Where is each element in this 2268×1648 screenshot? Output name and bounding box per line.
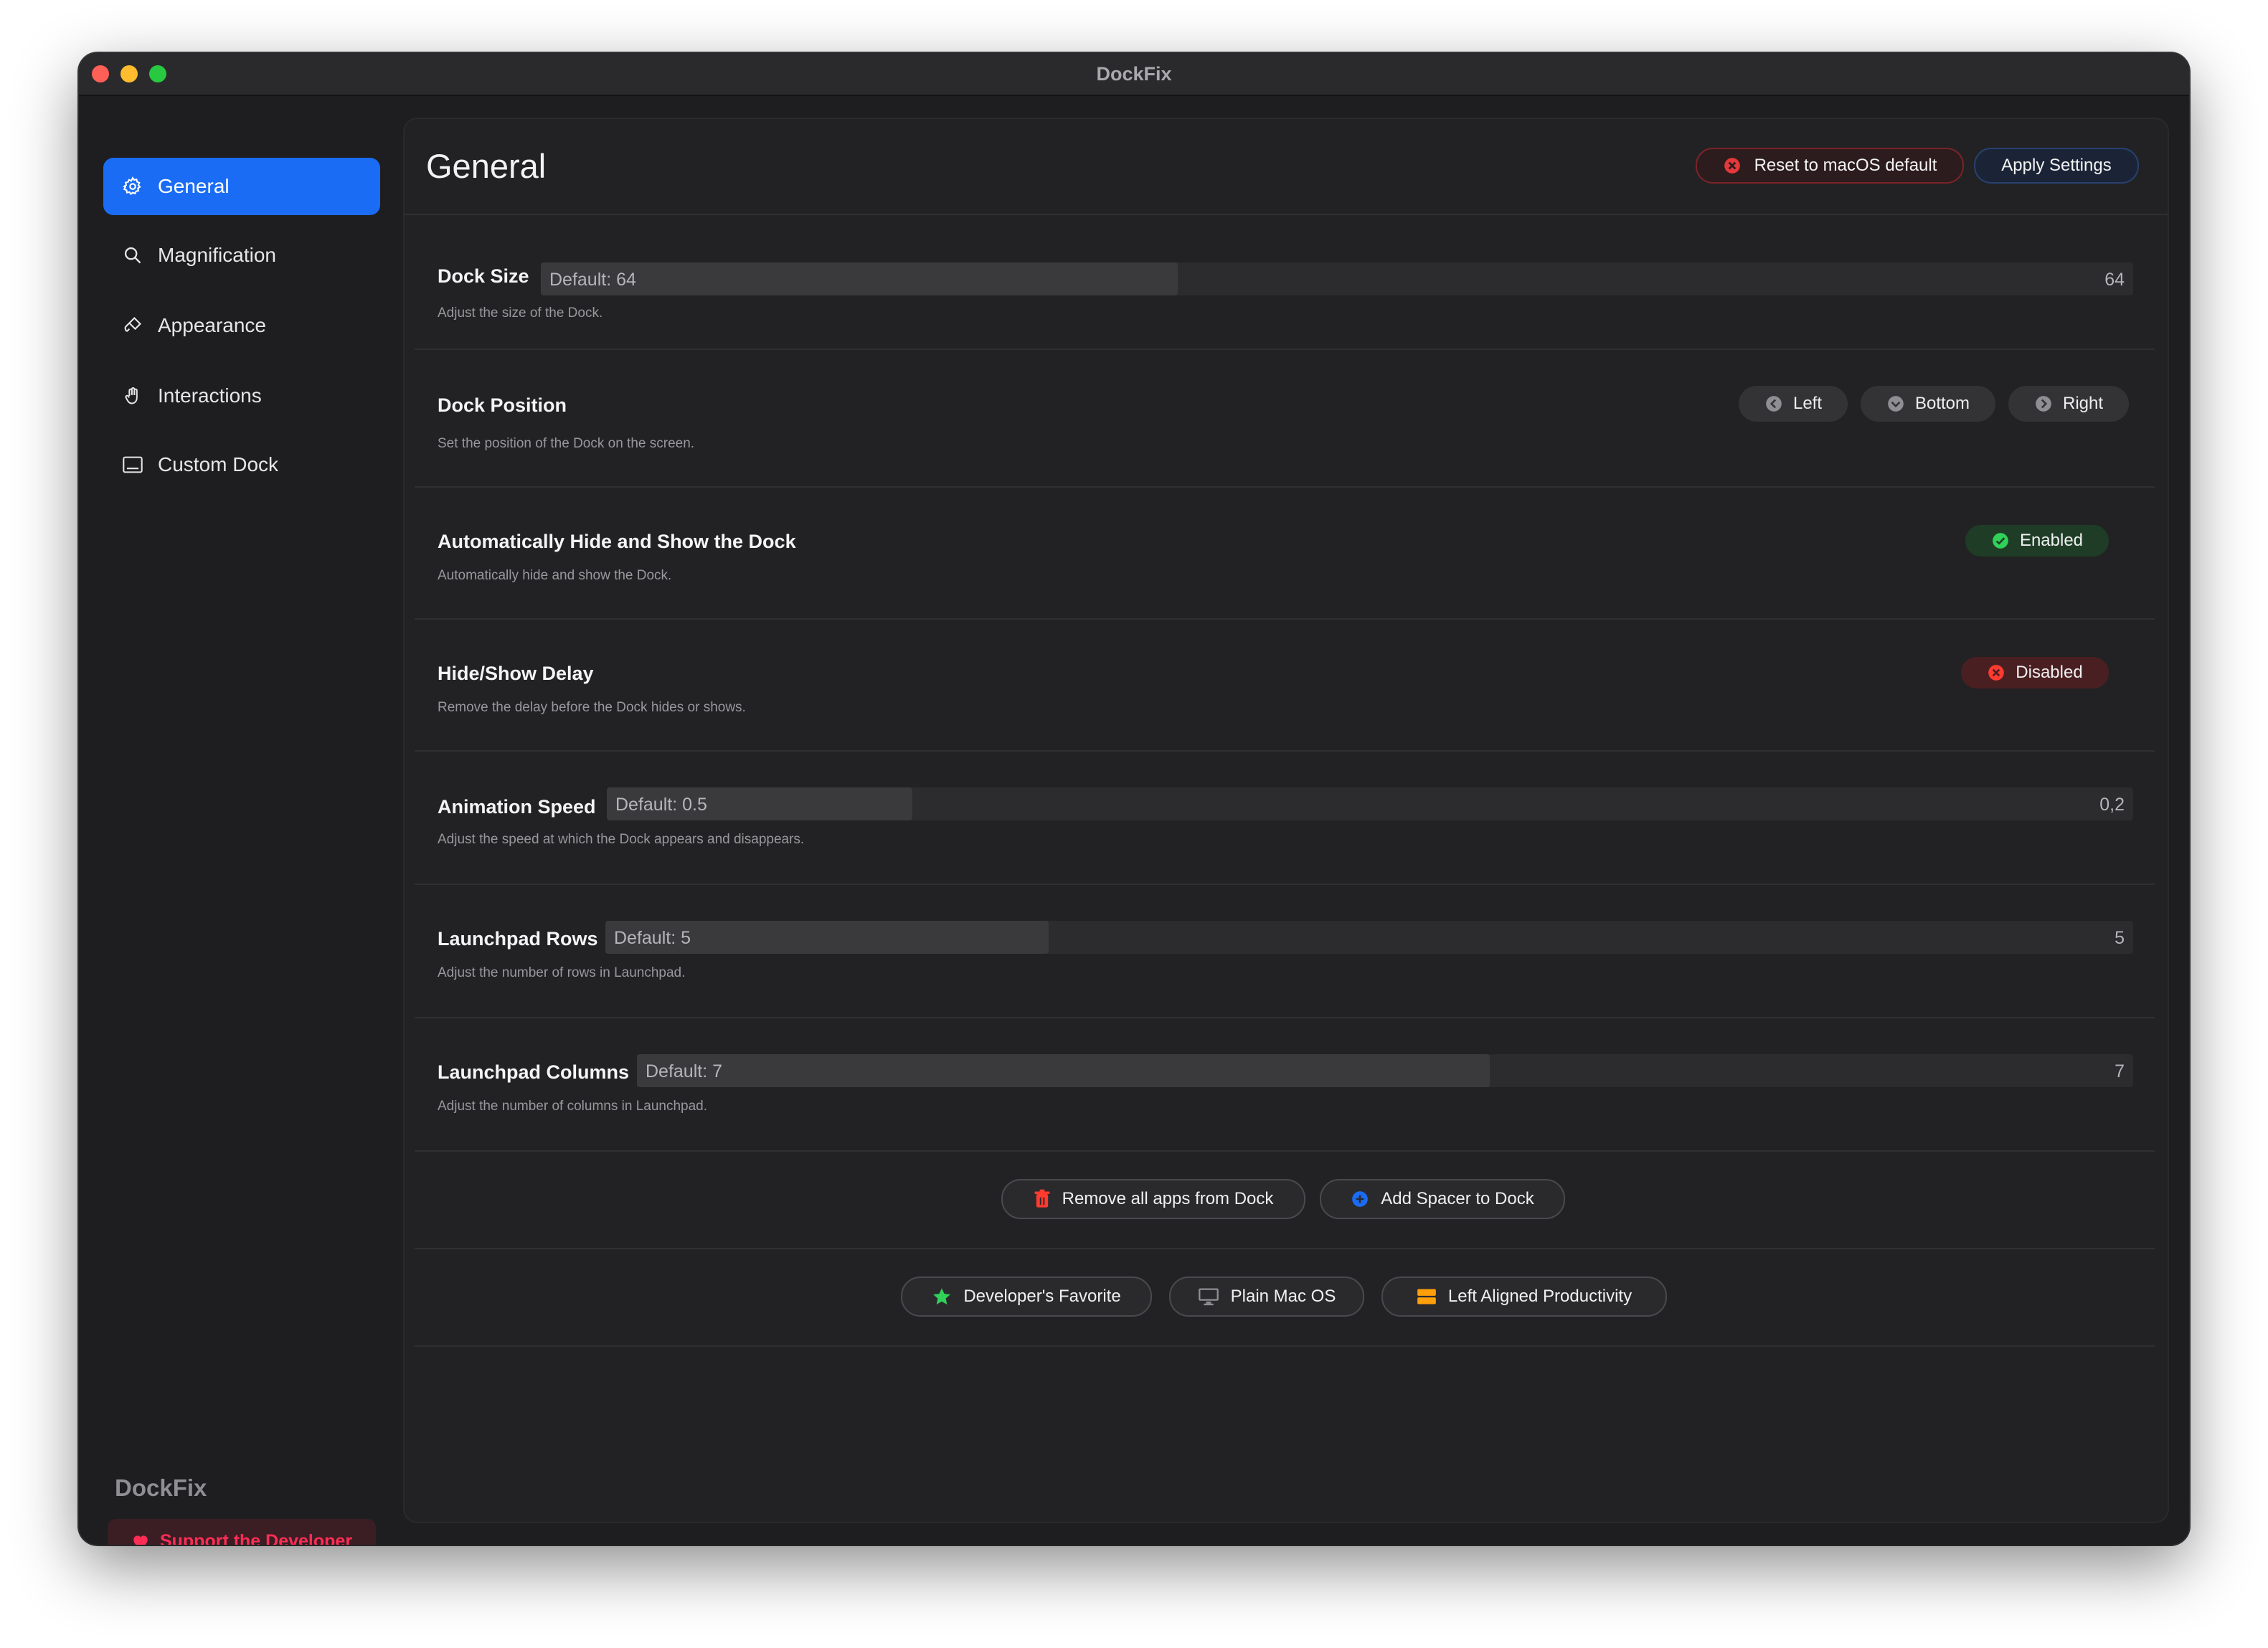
support-label: Support the Developer bbox=[159, 1530, 353, 1545]
setting-description: Set the position of the Dock on the scre… bbox=[438, 436, 695, 451]
dock-icon bbox=[121, 453, 145, 477]
sidebar-item-general[interactable]: General bbox=[103, 158, 380, 215]
slider-value: 64 bbox=[2104, 270, 2125, 290]
reset-to-default-button[interactable]: Reset to macOS default bbox=[1696, 148, 1964, 184]
sidebar-item-magnification[interactable]: Magnification bbox=[103, 227, 380, 284]
app-window: DockFix General Magnification Appearance… bbox=[79, 53, 2189, 1545]
heart-icon bbox=[133, 1535, 148, 1545]
auto-hide-toggle[interactable]: Enabled bbox=[1965, 525, 2109, 557]
launchpad-rows-slider[interactable]: Default: 5 5 bbox=[605, 921, 2133, 954]
sidebar-item-label: Custom Dock bbox=[158, 453, 279, 475]
hand-icon bbox=[121, 384, 145, 408]
hide-delay-toggle[interactable]: Disabled bbox=[1961, 657, 2109, 688]
animation-speed-slider[interactable]: Default: 0.5 0,2 bbox=[607, 787, 2133, 820]
slider-value: 5 bbox=[2115, 928, 2125, 948]
apply-label: Apply Settings bbox=[2001, 156, 2112, 175]
checkmark-circle-icon bbox=[1993, 533, 2008, 549]
setting-title: Animation Speed bbox=[438, 796, 596, 818]
setting-description: Adjust the speed at which the Dock appea… bbox=[438, 832, 805, 847]
sidebar-brand: DockFix bbox=[115, 1474, 207, 1501]
stacked-bars-icon bbox=[1417, 1289, 1436, 1304]
position-option-label: Left bbox=[1792, 394, 1823, 413]
sidebar-item-label: Magnification bbox=[158, 244, 276, 266]
slider-fill bbox=[637, 1054, 1490, 1087]
setting-description: Adjust the number of columns in Launchpa… bbox=[438, 1099, 708, 1114]
preset-label: Left Aligned Productivity bbox=[1447, 1287, 1633, 1306]
setting-title: Dock Size bbox=[438, 265, 529, 287]
sidebar-item-label: Interactions bbox=[158, 384, 262, 407]
setting-dock-position: Dock Position Set the position of the Do… bbox=[415, 350, 2155, 488]
setting-description: Adjust the number of rows in Launchpad. bbox=[438, 965, 686, 980]
setting-launchpad-columns: Launchpad Columns Default: 7 7 Adjust th… bbox=[415, 1018, 2155, 1152]
slider-fill bbox=[541, 262, 1178, 295]
magnifier-icon bbox=[121, 243, 145, 267]
position-option-label: Right bbox=[2062, 394, 2104, 413]
paintbrush-icon bbox=[121, 313, 145, 338]
setting-animation-speed: Animation Speed Default: 0.5 0,2 Adjust … bbox=[415, 752, 2155, 885]
setting-title: Launchpad Columns bbox=[438, 1061, 630, 1083]
launchpad-columns-slider[interactable]: Default: 7 7 bbox=[637, 1054, 2133, 1087]
gear-icon bbox=[121, 174, 145, 199]
title-bar: DockFix bbox=[79, 53, 2189, 96]
arrow-right-circle-icon bbox=[2036, 396, 2051, 412]
setting-launchpad-rows: Launchpad Rows Default: 5 5 Adjust the n… bbox=[415, 885, 2155, 1018]
slider-value: 0,2 bbox=[2099, 795, 2125, 815]
slider-default-label: Default: 64 bbox=[549, 270, 636, 290]
setting-title: Automatically Hide and Show the Dock bbox=[438, 531, 796, 552]
sidebar-item-appearance[interactable]: Appearance bbox=[103, 297, 380, 354]
toggle-status: Disabled bbox=[2016, 663, 2083, 682]
position-left-button[interactable]: Left bbox=[1739, 386, 1848, 422]
page-title: General bbox=[426, 147, 547, 185]
slider-default-label: Default: 5 bbox=[614, 928, 691, 948]
support-developer-button[interactable]: Support the Developer bbox=[108, 1519, 376, 1545]
remove-all-apps-button[interactable]: Remove all apps from Dock bbox=[1001, 1179, 1305, 1219]
sidebar-item-label: General bbox=[158, 175, 230, 197]
dock-actions-row: Remove all apps from Dock Add Spacer to … bbox=[415, 1152, 2155, 1249]
star-icon bbox=[933, 1288, 951, 1304]
setting-auto-hide: Automatically Hide and Show the Dock Aut… bbox=[415, 488, 2155, 620]
add-spacer-button[interactable]: Add Spacer to Dock bbox=[1320, 1179, 1565, 1219]
position-option-label: Bottom bbox=[1914, 394, 1970, 413]
sidebar-item-interactions[interactable]: Interactions bbox=[103, 367, 380, 425]
setting-title: Launchpad Rows bbox=[438, 928, 598, 950]
slider-value: 7 bbox=[2115, 1061, 2125, 1081]
setting-title: Hide/Show Delay bbox=[438, 663, 594, 684]
arrow-left-circle-icon bbox=[1766, 396, 1782, 412]
preset-plain-mac-os-button[interactable]: Plain Mac OS bbox=[1169, 1277, 1364, 1317]
preset-label: Developer's Favorite bbox=[963, 1287, 1121, 1306]
slider-default-label: Default: 0.5 bbox=[615, 795, 707, 815]
monitor-icon bbox=[1198, 1288, 1219, 1306]
preset-developers-favorite-button[interactable]: Developer's Favorite bbox=[901, 1277, 1152, 1317]
position-bottom-button[interactable]: Bottom bbox=[1861, 386, 1995, 422]
trash-icon bbox=[1034, 1189, 1050, 1208]
setting-description: Adjust the size of the Dock. bbox=[438, 306, 603, 321]
toggle-status: Enabled bbox=[2019, 531, 2084, 550]
apply-settings-button[interactable]: Apply Settings bbox=[1974, 148, 2139, 184]
preset-label: Plain Mac OS bbox=[1230, 1287, 1336, 1306]
plus-circle-icon bbox=[1352, 1191, 1369, 1207]
sidebar-item-custom-dock[interactable]: Custom Dock bbox=[103, 436, 380, 493]
sidebar: General Magnification Appearance Interac… bbox=[79, 96, 402, 1545]
setting-hide-delay: Hide/Show Delay Remove the delay before … bbox=[415, 620, 2155, 752]
setting-dock-size: Dock Size Default: 64 64 Adjust the size… bbox=[415, 215, 2155, 350]
presets-row: Developer's Favorite Plain Mac OS Left A… bbox=[415, 1249, 2155, 1347]
setting-description: Remove the delay before the Dock hides o… bbox=[438, 700, 746, 715]
arrow-down-circle-icon bbox=[1888, 396, 1904, 412]
add-spacer-label: Add Spacer to Dock bbox=[1381, 1189, 1534, 1208]
setting-title: Dock Position bbox=[438, 394, 567, 416]
window-title: DockFix bbox=[1096, 63, 1172, 85]
x-circle-icon bbox=[1988, 665, 2005, 681]
sidebar-item-label: Appearance bbox=[158, 314, 267, 336]
content-panel: General Reset to macOS default Apply Set… bbox=[403, 118, 2169, 1523]
setting-description: Automatically hide and show the Dock. bbox=[438, 568, 672, 583]
dock-size-slider[interactable]: Default: 64 64 bbox=[541, 262, 2133, 295]
remove-all-label: Remove all apps from Dock bbox=[1062, 1189, 1274, 1208]
preset-left-aligned-productivity-button[interactable]: Left Aligned Productivity bbox=[1381, 1277, 1667, 1317]
reset-x-icon bbox=[1724, 158, 1740, 174]
position-right-button[interactable]: Right bbox=[2008, 386, 2129, 422]
slider-default-label: Default: 7 bbox=[646, 1061, 723, 1081]
reset-label: Reset to macOS default bbox=[1754, 156, 1937, 175]
